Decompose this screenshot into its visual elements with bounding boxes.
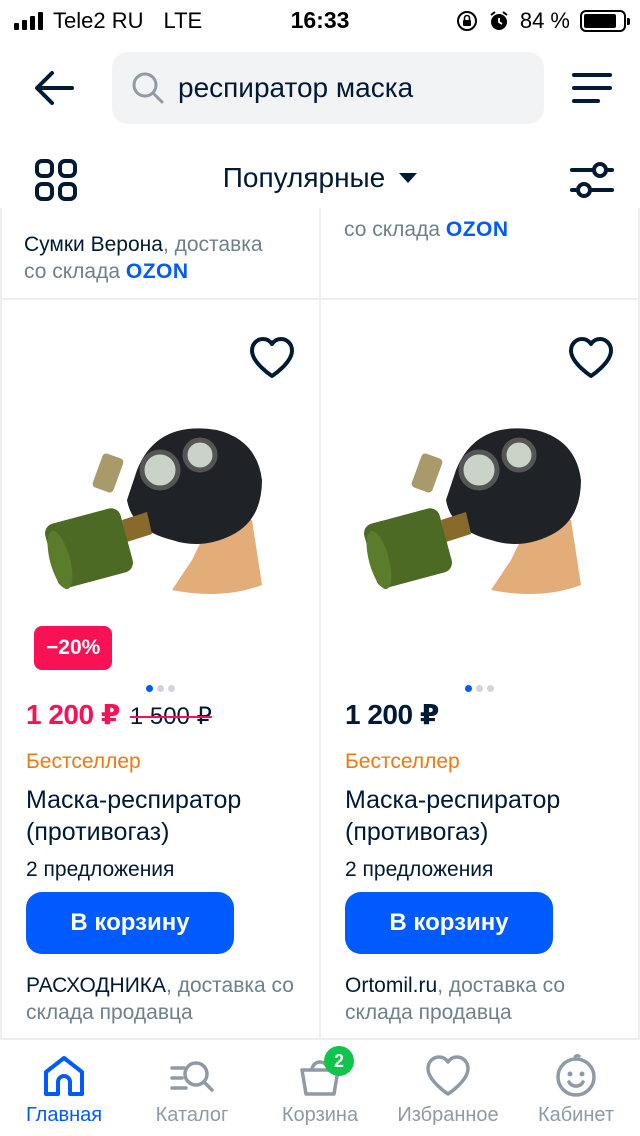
ozon-label: OZON (125, 260, 189, 283)
filters-button[interactable] (568, 158, 616, 202)
heart-icon (569, 337, 613, 378)
product-title[interactable]: Маска-респиратор (противогаз) (26, 784, 306, 848)
catalog-search-icon (170, 1061, 214, 1092)
battery-percent: 84 % (519, 8, 570, 33)
search-icon (132, 72, 164, 104)
price: 1 200 ₽ (345, 699, 439, 730)
price-row: 1 200 ₽ 1 500 ₽ (26, 698, 212, 731)
bestseller-label: Бестселлер (26, 750, 141, 773)
search-input[interactable] (178, 72, 538, 104)
image-pagination (465, 685, 494, 692)
product-card[interactable]: −20% 1 200 ₽ 1 500 ₽ Бестселлер Маска-ре… (2, 300, 320, 1038)
cart-count-badge: 2 (324, 1046, 354, 1076)
tab-catalog[interactable]: Каталог (128, 1054, 256, 1127)
old-price: 1 500 ₽ (129, 703, 212, 730)
seller-name[interactable]: Сумки Верона (24, 233, 163, 256)
arrow-left-icon (35, 71, 74, 105)
product-title[interactable]: Маска-респиратор (противогаз) (345, 784, 625, 848)
search-bar[interactable] (112, 52, 544, 124)
seller-info: Ortomil.ru, доставка со склада продавца (345, 972, 625, 1026)
product-image[interactable] (42, 410, 282, 610)
caret-down-icon (399, 172, 418, 183)
offers-count[interactable]: 2 предложения (26, 858, 174, 882)
smiley-icon (556, 1054, 596, 1097)
delivery-text: со склада (24, 260, 126, 283)
tab-account[interactable]: Кабинет (512, 1054, 640, 1127)
top-bar (0, 52, 640, 124)
bestseller-label: Бестселлер (345, 750, 460, 773)
alarm-icon (490, 11, 508, 30)
battery-icon (580, 10, 630, 32)
price: 1 200 ₽ (26, 699, 120, 730)
tab-label: Главная (25, 1104, 103, 1126)
tab-label: Каталог (155, 1104, 229, 1126)
previous-card-seller-right: со склада OZON (344, 216, 624, 243)
add-to-cart-button[interactable]: В корзину (345, 892, 553, 954)
product-image[interactable] (361, 410, 601, 610)
seller-info: РАСХОДНИКА, доставка со склада продавца (26, 972, 306, 1026)
bottom-tab-bar: Главная Каталог 2 Корзина Избранное Каби… (0, 1038, 640, 1136)
sort-label: Популярные (222, 162, 386, 193)
tab-favorites[interactable]: Избранное (384, 1054, 512, 1127)
heart-icon (426, 1055, 470, 1096)
seller-name[interactable]: РАСХОДНИКА (26, 974, 166, 997)
back-button[interactable] (30, 66, 78, 110)
tab-label: Избранное (397, 1104, 499, 1126)
filter-sliders-icon (570, 162, 614, 198)
home-icon (44, 1056, 84, 1096)
tab-cart[interactable]: 2 Корзина (256, 1046, 384, 1127)
product-grid: Сумки Верона, доставка со склада OZON со… (0, 208, 640, 1038)
favorite-button[interactable] (567, 336, 615, 380)
filter-bar: Популярные (0, 152, 640, 208)
sort-dropdown[interactable]: Популярные (0, 162, 640, 194)
discount-badge: −20% (34, 626, 113, 670)
image-pagination (146, 685, 175, 692)
heart-icon (250, 337, 294, 378)
previous-card-seller-left: Сумки Верона, доставка со склада OZON (24, 231, 304, 285)
offers-count[interactable]: 2 предложения (345, 858, 493, 882)
status-right: 84 % (456, 8, 630, 34)
tab-home[interactable]: Главная (0, 1054, 128, 1127)
menu-icon (572, 73, 612, 103)
orientation-lock-icon (456, 11, 477, 31)
favorite-button[interactable] (248, 336, 296, 380)
product-card[interactable]: 1 200 ₽ Бестселлер Маска-респиратор (про… (321, 300, 639, 1038)
menu-button[interactable] (572, 72, 612, 104)
tab-label: Кабинет (537, 1104, 615, 1126)
add-to-cart-button[interactable]: В корзину (26, 892, 234, 954)
tab-label: Корзина (281, 1104, 359, 1126)
ozon-label: OZON (445, 218, 509, 241)
delivery-text: со склада (344, 218, 446, 241)
seller-name[interactable]: Ortomil.ru (345, 974, 437, 997)
price-row: 1 200 ₽ (345, 698, 439, 731)
delivery-text: , доставка (162, 233, 263, 256)
status-bar: Tele2 RU LTE 16:33 84 % (0, 0, 640, 44)
